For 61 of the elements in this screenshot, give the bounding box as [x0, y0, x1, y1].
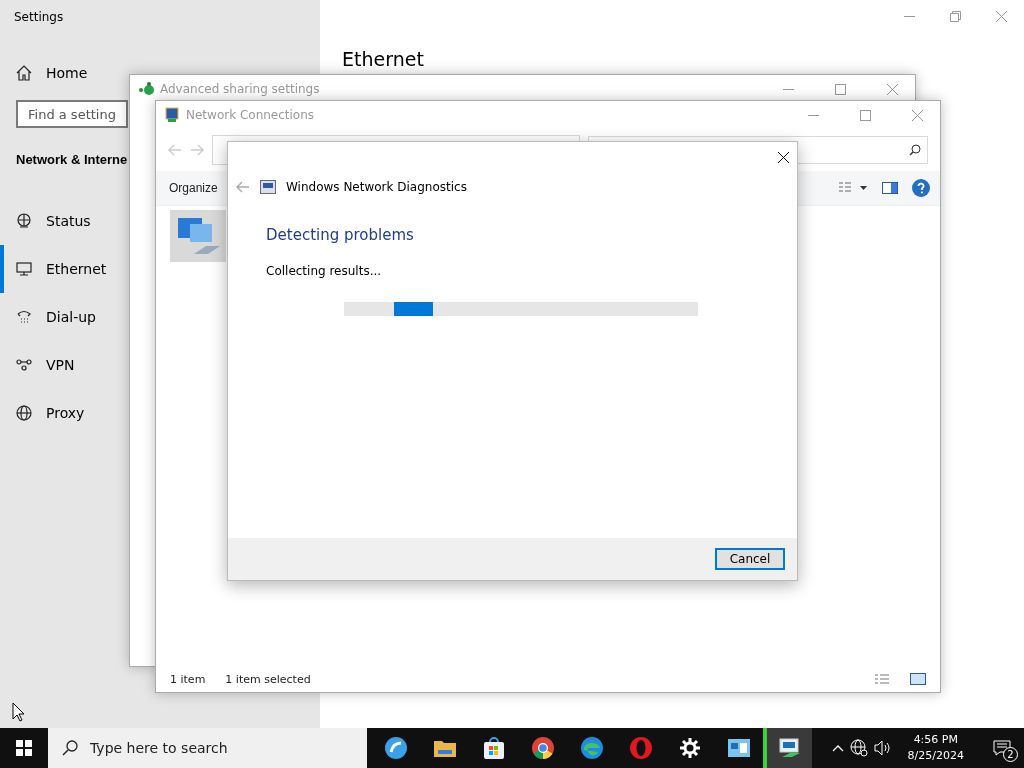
mouse-cursor-icon [12, 702, 26, 722]
globe-icon [16, 405, 32, 421]
restore-icon[interactable] [949, 10, 961, 22]
selection-count: 1 item selected [225, 672, 311, 686]
dialog-title: Windows Network Diagnostics [286, 180, 467, 194]
section-title: Network & Interne [16, 152, 128, 167]
dialog-heading: Detecting problems [266, 226, 415, 244]
window-title: Network Connections [186, 108, 316, 122]
item-count: 1 item [170, 672, 206, 686]
store-icon[interactable] [482, 736, 505, 760]
close-icon[interactable] [778, 151, 789, 163]
message-icon [993, 740, 1011, 756]
monitor-icon [16, 261, 32, 277]
minimize-icon[interactable] [903, 15, 915, 17]
help-icon[interactable] [912, 179, 930, 197]
cancel-button[interactable]: Cancel [715, 548, 785, 570]
clock[interactable]: 4:56 PM 8/25/2024 [897, 732, 974, 764]
edge-icon[interactable] [579, 736, 604, 760]
notification-button[interactable]: 2 [980, 728, 1024, 768]
status-text: Collecting results... [266, 264, 383, 278]
nav-item[interactable]: Home [46, 65, 88, 81]
vpn-icon [16, 357, 32, 373]
volume-icon[interactable] [873, 740, 892, 756]
taskbar-app-button[interactable] [763, 728, 812, 768]
network-connections-icon [164, 107, 180, 123]
maximize-icon[interactable] [834, 83, 846, 95]
preview-pane-icon[interactable] [882, 182, 898, 194]
maximize-icon[interactable] [859, 109, 871, 121]
home-icon [16, 65, 32, 81]
search-field[interactable]: Find a setting [16, 100, 128, 128]
globe-icon[interactable] [849, 739, 868, 757]
minimize-icon[interactable] [807, 114, 819, 116]
network-adapter-item[interactable] [170, 210, 226, 262]
organize-button[interactable]: Organize [166, 177, 221, 199]
nav-item[interactable]: Dial-up [0, 293, 102, 341]
view-options-icon[interactable] [838, 181, 868, 195]
chevron-up-icon[interactable] [831, 744, 844, 752]
nav-item[interactable]: VPN [0, 341, 81, 389]
page-heading: Ethernet [342, 48, 424, 70]
nav-item[interactable]: Status [0, 197, 97, 245]
window-title: Settings [14, 10, 65, 24]
chrome-icon[interactable] [530, 736, 555, 760]
search-icon [62, 740, 78, 756]
network-icon [138, 82, 154, 96]
network-diagnostics-icon [260, 180, 276, 194]
app-icon[interactable] [383, 736, 408, 760]
window-title: Advanced sharing settings [160, 82, 321, 96]
windows-icon [16, 740, 32, 756]
nav-item[interactable]: Proxy [0, 389, 91, 437]
search-icon [909, 144, 921, 156]
minimize-icon[interactable] [782, 88, 794, 90]
nav-item[interactable]: Ethernet [0, 245, 113, 293]
control-panel-icon[interactable] [726, 738, 751, 758]
folder-icon[interactable] [432, 738, 457, 758]
network-connections-icon[interactable] [777, 737, 802, 759]
opera-icon[interactable] [628, 736, 653, 760]
settings-icon[interactable] [678, 737, 701, 759]
globe-icon [16, 213, 32, 229]
taskbar-search-field[interactable]: Type here to search [48, 728, 367, 768]
phone-icon [16, 309, 32, 325]
large-icons-view-icon[interactable] [910, 673, 926, 685]
